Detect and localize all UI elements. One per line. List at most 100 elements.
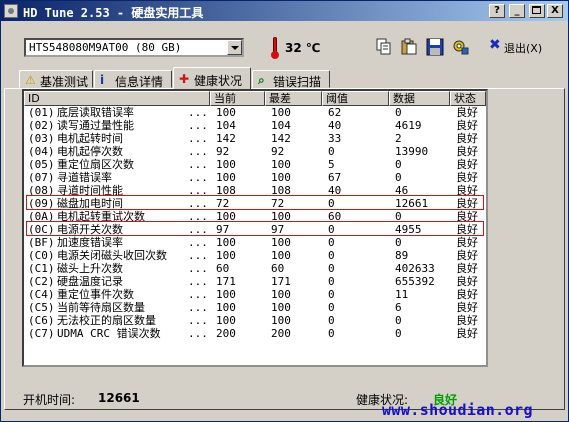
cell-name: 重定位事件次数 [57, 288, 134, 301]
cell-threshold: 62 [328, 106, 342, 119]
chevron-down-icon[interactable] [227, 40, 242, 55]
cell-id: (BF) [28, 236, 55, 249]
table-row[interactable]: (C0) 电源关闭磁头收回次数... 100 100 0 89 良好 [24, 249, 486, 262]
table-header: ID 当前 最差 阈值 数据 状态 [24, 91, 486, 106]
table-row[interactable]: (C7) UDMA CRC 错误次数... 200 200 0 0 良好 [24, 327, 486, 340]
table-row[interactable]: (09) 磁盘加电时间... 72 72 0 12661 良好 [24, 197, 486, 210]
cell-dots: ... [188, 275, 208, 288]
column-header-id[interactable]: ID [24, 91, 210, 106]
title-bar[interactable]: HD Tune 2.53 - 硬盘实用工具 ? _ X [1, 1, 568, 21]
copy-icon[interactable] [375, 38, 393, 56]
cell-name: 底层读取错误率 [57, 106, 134, 119]
cell-status: 良好 [456, 106, 478, 119]
cell-status: 良好 [456, 145, 478, 158]
table-row[interactable]: (05) 重定位扇区次数... 100 100 5 0 良好 [24, 158, 486, 171]
cell-id: (C4) [28, 288, 55, 301]
cell-worst: 100 [271, 210, 291, 223]
cell-name: 电机起转重试次数 [57, 210, 145, 223]
cell-dots: ... [188, 158, 208, 171]
drive-select[interactable]: HTS548080M9AT00 (80 GB) [24, 38, 244, 57]
tab-error-scan[interactable]: ⌕ 错误扫描 [252, 70, 330, 89]
watermark: www.shoudian.org [382, 401, 533, 419]
save-icon[interactable] [426, 38, 444, 56]
cell-dots: ... [188, 301, 208, 314]
maximize-button[interactable] [529, 4, 545, 18]
cell-data: 89 [395, 249, 409, 262]
table-row[interactable]: (C6) 无法校正的扇区数量... 100 100 0 0 良好 [24, 314, 486, 327]
table-row[interactable]: (03) 电机起转时间... 142 142 33 2 良好 [24, 132, 486, 145]
cell-data: 402633 [395, 262, 435, 275]
cell-id: (01) [28, 106, 55, 119]
cell-id: (C1) [28, 262, 55, 275]
cell-threshold: 0 [328, 275, 335, 288]
cell-data: 4619 [395, 119, 422, 132]
cell-dots: ... [188, 249, 208, 262]
column-header-data[interactable]: 数据 [389, 91, 450, 106]
column-header-status[interactable]: 状态 [450, 91, 486, 106]
cell-worst: 142 [271, 132, 291, 145]
temperature-readout: 32 ℃ [285, 41, 321, 55]
cell-data: 12661 [395, 197, 429, 210]
cell-current: 60 [216, 262, 230, 275]
column-header-threshold[interactable]: 阈值 [322, 91, 389, 106]
cell-current: 200 [216, 327, 236, 340]
table-row[interactable]: (BF) 加速度错误率... 100 100 0 0 良好 [24, 236, 486, 249]
cell-current: 92 [216, 145, 230, 158]
close-button[interactable]: X [547, 4, 563, 18]
options-icon[interactable] [452, 38, 470, 56]
cell-status: 良好 [456, 262, 478, 275]
table-row[interactable]: (C2) 硬盘温度记录... 171 171 0 655392 良好 [24, 275, 486, 288]
cell-status: 良好 [456, 158, 478, 171]
cell-status: 良好 [456, 314, 478, 327]
table-row[interactable]: (04) 电机起停次数... 92 92 0 13990 良好 [24, 145, 486, 158]
tab-health[interactable]: ✚ 健康状况 [173, 67, 251, 89]
cell-data: 0 [395, 210, 402, 223]
cell-worst: 60 [271, 262, 285, 275]
clipboard-icon[interactable] [400, 38, 418, 56]
cell-worst: 108 [271, 184, 291, 197]
tab-benchmark[interactable]: ⚠ 基准测试 [19, 70, 93, 89]
cell-name: 硬盘温度记录 [57, 275, 123, 288]
help-button[interactable]: ? [489, 4, 505, 18]
table-row[interactable]: (01) 底层读取错误率... 100 100 62 0 良好 [24, 106, 486, 119]
cell-dots: ... [188, 223, 208, 236]
cell-data: 4955 [395, 223, 422, 236]
cell-data: 0 [395, 236, 402, 249]
cell-dots: ... [188, 145, 208, 158]
table-row[interactable]: (0C) 电源开关次数... 97 97 0 4955 良好 [24, 223, 486, 236]
table-row[interactable]: (08) 寻道时间性能... 108 108 40 46 良好 [24, 184, 486, 197]
cell-status: 良好 [456, 301, 478, 314]
table-row[interactable]: (02) 读写通过量性能... 104 104 40 4619 良好 [24, 119, 486, 132]
cell-threshold: 5 [328, 158, 335, 171]
table-row[interactable]: (07) 寻道错误率... 100 100 67 0 良好 [24, 171, 486, 184]
cell-status: 良好 [456, 171, 478, 184]
cell-threshold: 40 [328, 119, 342, 132]
cell-dots: ... [188, 184, 208, 197]
minimize-button[interactable]: _ [509, 4, 525, 18]
cell-worst: 100 [271, 171, 291, 184]
cell-dots: ... [188, 132, 208, 145]
cell-id: (0A) [28, 210, 55, 223]
column-header-current[interactable]: 当前 [210, 91, 265, 106]
exit-button[interactable]: ✖ 退出(X) [487, 37, 551, 57]
cell-worst: 97 [271, 223, 285, 236]
cell-current: 100 [216, 171, 236, 184]
table-row[interactable]: (C4) 重定位事件次数... 100 100 0 11 良好 [24, 288, 486, 301]
cell-status: 良好 [456, 197, 478, 210]
table-row[interactable]: (C1) 磁头上升次数... 60 60 0 402633 良好 [24, 262, 486, 275]
tab-info[interactable]: i 信息详情 [94, 70, 172, 89]
cell-dots: ... [188, 288, 208, 301]
cell-data: 655392 [395, 275, 435, 288]
cell-threshold: 60 [328, 210, 342, 223]
smart-attribute-table[interactable]: ID 当前 最差 阈值 数据 状态 (01) 底层读取错误率... 100 100 62… [22, 89, 488, 367]
cell-dots: ... [188, 314, 208, 327]
cell-dots: ... [188, 327, 208, 340]
table-row[interactable]: (C5) 当前等待扇区数量... 100 100 0 6 良好 [24, 301, 486, 314]
table-row[interactable]: (0A) 电机起转重试次数... 100 100 60 0 良好 [24, 210, 486, 223]
cell-dots: ... [188, 106, 208, 119]
info-icon: i [100, 73, 105, 87]
cell-dots: ... [188, 171, 208, 184]
column-header-worst[interactable]: 最差 [265, 91, 322, 106]
cell-id: (08) [28, 184, 55, 197]
cell-id: (05) [28, 158, 55, 171]
